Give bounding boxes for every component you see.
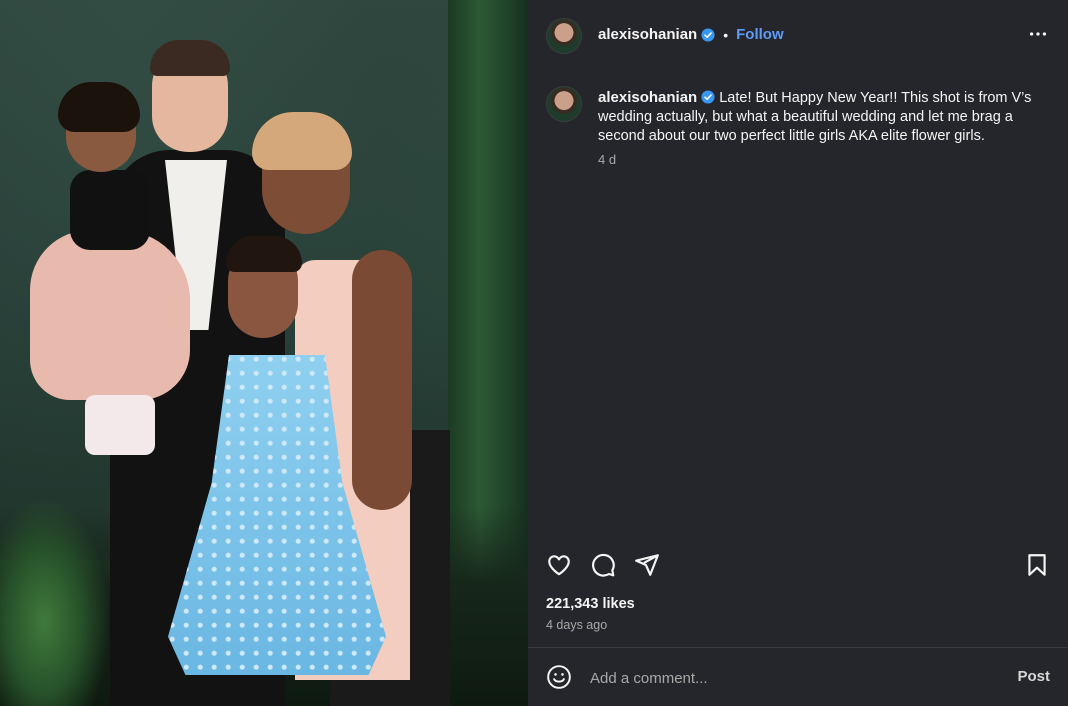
more-horizontal-icon: [1029, 32, 1047, 36]
separator-dot: •: [723, 26, 729, 43]
verified-badge-icon: [701, 90, 715, 104]
username-link[interactable]: alexisohanian: [598, 26, 697, 43]
post-side-panel: alexisohanian • Follow alexisohanian Late…: [528, 0, 1068, 706]
photo-toddler-hair: [58, 82, 140, 132]
photo-man-hair: [150, 40, 230, 76]
likes-count[interactable]: 221,343 likes: [546, 596, 635, 612]
caption-username-link[interactable]: alexisohanian: [598, 89, 697, 106]
photo-girl-hair: [226, 236, 302, 272]
caption-text-block: alexisohanian Late! But Happy New Year!! …: [598, 88, 1050, 146]
post-comment-button[interactable]: Post: [1017, 668, 1050, 685]
verified-badge-icon: [701, 27, 715, 42]
post-header: alexisohanian • Follow: [528, 0, 1068, 70]
photo-toddler-dress: [30, 230, 190, 400]
emoji-icon[interactable]: [546, 664, 572, 690]
post-actions: [546, 548, 1050, 582]
caption-timestamp[interactable]: 4 d: [598, 152, 616, 167]
photo-toddler-legs: [85, 395, 155, 455]
post-timestamp[interactable]: 4 days ago: [546, 618, 607, 632]
comment-icon[interactable]: [590, 552, 616, 578]
post-photo[interactable]: [0, 0, 528, 706]
share-icon[interactable]: [634, 552, 660, 578]
avatar[interactable]: [546, 18, 582, 54]
photo-woman-arm: [352, 250, 412, 510]
post-modal: alexisohanian • Follow alexisohanian Late…: [0, 0, 1068, 706]
follow-button[interactable]: Follow: [736, 26, 784, 43]
photo-woman-hair: [252, 112, 352, 170]
header-user: alexisohanian • Follow: [598, 26, 784, 43]
photo-fern: [0, 496, 110, 706]
comment-bar: Post: [528, 648, 1068, 706]
caption-avatar[interactable]: [546, 86, 582, 122]
heart-icon[interactable]: [546, 552, 572, 578]
photo-toddler-top: [70, 170, 150, 250]
more-options-icon[interactable]: [1026, 22, 1050, 46]
comment-input[interactable]: [588, 664, 992, 692]
bookmark-icon[interactable]: [1024, 552, 1050, 578]
